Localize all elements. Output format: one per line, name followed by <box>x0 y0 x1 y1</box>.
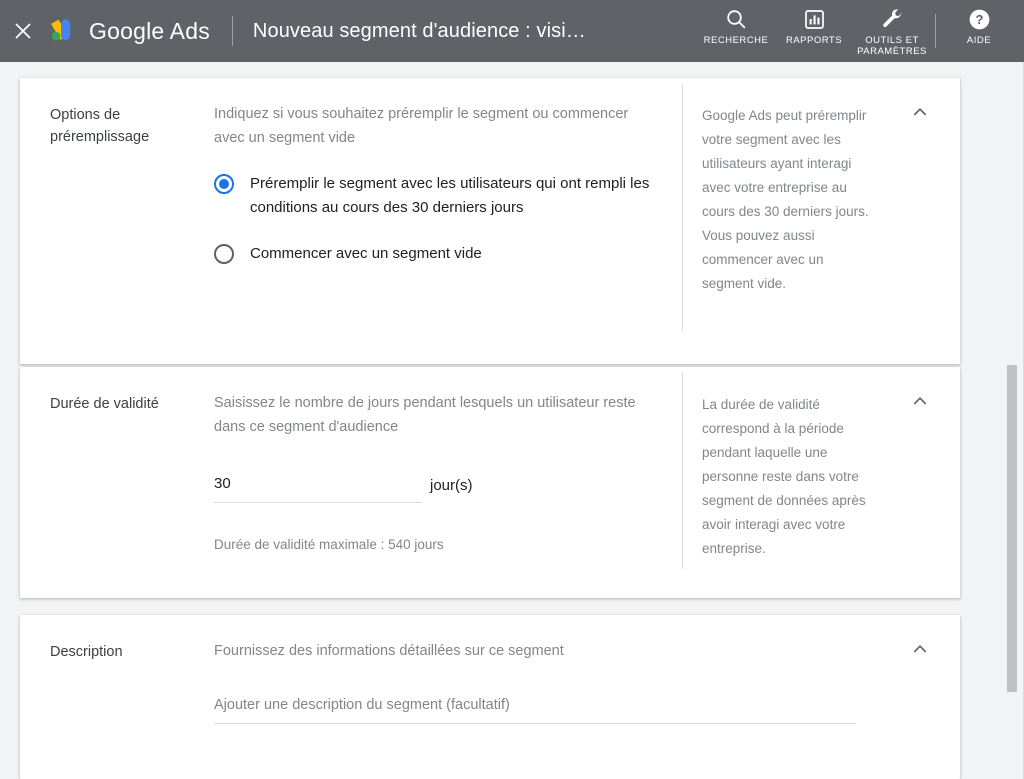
radio-selected-icon[interactable] <box>214 174 234 194</box>
description-description: Fournissez des informations détaillées s… <box>214 643 564 659</box>
prefill-help-divider <box>682 84 683 330</box>
duration-description: Saisissez le nombre de jours pendant les… <box>214 395 636 435</box>
chevron-up-icon <box>911 640 929 663</box>
duration-label-column: Durée de validité <box>20 367 214 598</box>
duration-days-input[interactable] <box>214 475 422 492</box>
duration-unit-label: jour(s) <box>430 477 473 494</box>
tools-settings-action-label: OUTILS ET PARAMÈTRES <box>857 35 927 57</box>
prefill-options-card: Options de préremplissage Indiquez si vo… <box>20 78 960 364</box>
topbar-actions: RECHERCHE RAPPORTS OUTILS ET PARAMÈTRES <box>697 0 1024 62</box>
search-icon <box>725 7 747 31</box>
help-action-label: AIDE <box>966 35 992 46</box>
prefill-radio-option-prefill[interactable]: Préremplir le segment avec les utilisate… <box>214 172 682 220</box>
vertical-scrollbar[interactable] <box>1007 62 1017 779</box>
prefill-collapse-button[interactable] <box>906 100 934 128</box>
prefill-radio-group: Préremplir le segment avec les utilisate… <box>214 172 682 266</box>
prefill-section-title: Options de préremplissage <box>50 107 150 145</box>
top-app-bar: Google Ads Nouveau segment d'audience : … <box>0 0 1024 62</box>
description-label-column: Description <box>20 615 214 779</box>
help-action[interactable]: ? AIDE <box>940 0 1018 46</box>
prefill-label-column: Options de préremplissage <box>20 78 214 364</box>
duration-input-wrapper[interactable] <box>214 475 422 503</box>
duration-max-note: Durée de validité maximale : 540 jours <box>214 537 444 552</box>
chevron-up-icon <box>911 103 929 126</box>
prefill-radio-option-empty-label: Commencer avec un segment vide <box>250 245 482 262</box>
description-input-wrapper[interactable] <box>214 696 856 724</box>
duration-section-title: Durée de validité <box>50 396 159 412</box>
prefill-radio-option-empty[interactable]: Commencer avec un segment vide <box>214 242 682 266</box>
tools-settings-action[interactable]: OUTILS ET PARAMÈTRES <box>853 0 931 57</box>
duration-help-text: La durée de validité correspond à la pér… <box>702 397 866 556</box>
duration-main-column: Saisissez le nombre de jours pendant les… <box>214 367 682 598</box>
membership-duration-card: Durée de validité Saisissez le nombre de… <box>20 367 960 598</box>
google-ads-logo-icon <box>46 15 78 47</box>
duration-collapse-button[interactable] <box>906 389 934 417</box>
search-action-label: RECHERCHE <box>703 35 769 46</box>
search-action[interactable]: RECHERCHE <box>697 0 775 46</box>
chevron-up-icon <box>911 392 929 415</box>
reports-action[interactable]: RAPPORTS <box>775 0 853 46</box>
bar-chart-icon <box>804 7 825 31</box>
brand-label: Google Ads <box>89 17 210 44</box>
google-ads-brand[interactable]: Google Ads <box>46 15 232 47</box>
svg-text:?: ? <box>975 12 983 27</box>
close-button[interactable] <box>0 0 46 62</box>
help-circle-icon: ? <box>968 7 991 31</box>
radio-unselected-icon[interactable] <box>214 244 234 264</box>
scrollbar-thumb[interactable] <box>1007 365 1017 692</box>
prefill-help-text: Google Ads peut préremplir votre segment… <box>702 108 869 291</box>
description-collapse-button[interactable] <box>906 637 934 665</box>
page-title: Nouveau segment d'audience : visi… <box>252 19 586 42</box>
close-icon <box>13 21 33 41</box>
description-main-column: Fournissez des informations détaillées s… <box>214 615 960 779</box>
reports-action-label: RAPPORTS <box>785 35 843 46</box>
topbar-action-divider <box>935 14 936 48</box>
duration-input-row: jour(s) <box>214 475 682 503</box>
description-text-input[interactable] <box>214 697 856 713</box>
duration-help-divider <box>682 373 683 569</box>
description-section-title: Description <box>50 644 123 660</box>
prefill-main-column: Indiquez si vous souhaitez préremplir le… <box>214 78 682 364</box>
wrench-icon <box>881 7 904 31</box>
description-card: Description Fournissez des informations … <box>20 615 960 779</box>
prefill-description: Indiquez si vous souhaitez préremplir le… <box>214 106 629 146</box>
prefill-radio-option-prefill-label: Préremplir le segment avec les utilisate… <box>250 175 650 216</box>
settings-scroll-area[interactable]: Options de préremplissage Indiquez si vo… <box>0 62 1024 779</box>
